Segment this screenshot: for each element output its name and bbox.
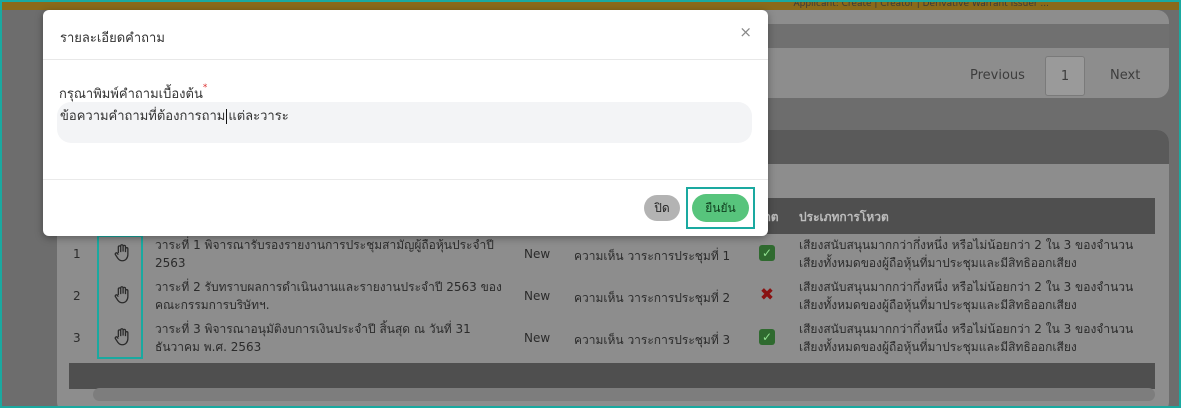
vote-method-text: เสียงสนับสนุนมากกว่ากึ่งหนึ่ง หรือไม่น้อ… <box>799 280 1134 312</box>
vote-method-text: เสียงสนับสนุนมากกว่ากึ่งหนึ่ง หรือไม่น้อ… <box>799 322 1134 354</box>
status-text: New <box>524 331 551 345</box>
cross-icon: ✖ <box>759 285 775 305</box>
header-strip-text: Applicant: Create | Creator | Derivative… <box>793 0 1049 9</box>
status-text: New <box>524 247 551 261</box>
pagination-next[interactable]: Next <box>1110 56 1140 94</box>
header-vote-method: ประเภทการโหวต <box>799 210 889 224</box>
comment-text: ความเห็น วาระการประชุมที่ 2 <box>574 291 731 305</box>
row-number: 3 <box>73 331 81 345</box>
close-button[interactable]: ปิด <box>644 195 680 221</box>
row-number: 1 <box>73 247 81 261</box>
question-field-label: กรุณาพิมพ์คำถามเบื้องต้น* <box>59 83 208 102</box>
app-window: Applicant: Create | Creator | Derivative… <box>0 0 1181 408</box>
modal-title: รายละเอียดคำถาม <box>60 31 165 46</box>
table-row: 2 วาระที่ 2 รับทราบผลการดำเนินงานและรายง… <box>69 276 1155 316</box>
check-icon: ✓ <box>759 329 775 345</box>
close-icon[interactable]: × <box>739 23 752 41</box>
hand-column-highlight <box>97 235 143 359</box>
header-strip: Applicant: Create | Creator | Derivative… <box>2 2 1179 10</box>
vote-method-text: เสียงสนับสนุนมากกว่ากึ่งหนึ่ง หรือไม่น้อ… <box>799 238 1134 270</box>
question-input-text[interactable]: ข้อความคำถามที่ต้องการถาม แต่ละวาระ <box>60 105 289 126</box>
comment-text: ความเห็น วาระการประชุมที่ 3 <box>574 333 731 347</box>
status-text: New <box>524 289 551 303</box>
confirm-button[interactable]: ยืนยัน <box>692 194 749 222</box>
check-icon: ✓ <box>759 245 775 261</box>
modal-header-divider <box>43 59 768 60</box>
pagination-previous[interactable]: Previous <box>970 56 1025 94</box>
horizontal-scrollbar[interactable] <box>93 388 1155 401</box>
table-row: 1 วาระที่ 1 พิจารณารับรองรายงานการประชุม… <box>69 234 1155 274</box>
modal-footer-divider <box>43 179 768 180</box>
agenda-text: วาระที่ 3 พิจารณาอนุมัติงบการเงินประจำปี… <box>155 322 471 354</box>
table-row: 3 วาระที่ 3 พิจารณาอนุมัติงบการเงินประจำ… <box>69 318 1155 358</box>
row-number: 2 <box>73 289 81 303</box>
agenda-text: วาระที่ 1 พิจารณารับรองรายงานการประชุมสา… <box>155 238 494 270</box>
comment-text: ความเห็น วาระการประชุมที่ 1 <box>574 249 731 263</box>
required-mark: * <box>202 83 208 93</box>
question-detail-modal: รายละเอียดคำถาม × กรุณาพิมพ์คำถามเบื้องต… <box>43 10 768 236</box>
pagination-page[interactable]: 1 <box>1045 56 1085 96</box>
agenda-text: วาระที่ 2 รับทราบผลการดำเนินงานและรายงาน… <box>155 280 502 312</box>
table-footer <box>69 363 1155 389</box>
